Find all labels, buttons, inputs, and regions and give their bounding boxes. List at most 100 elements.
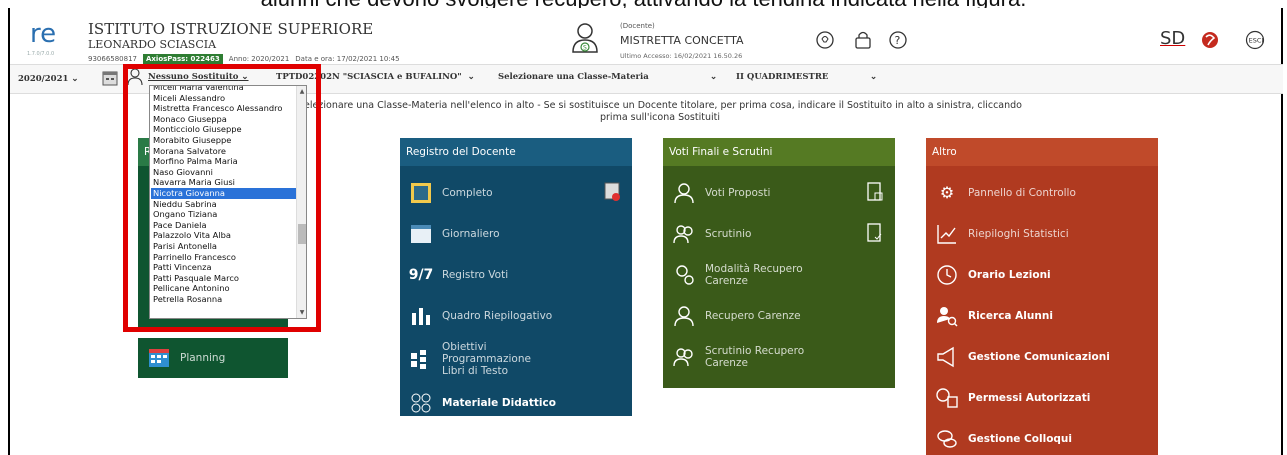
- registro-voti-label: Registro Voti: [442, 268, 509, 281]
- teacher-icon: S: [572, 23, 598, 53]
- menu-voti-proposti[interactable]: Voti Proposti: [663, 172, 895, 213]
- menu-giornaliero[interactable]: Giornaliero: [400, 213, 632, 254]
- planning-label: Planning: [180, 352, 226, 364]
- menu-gestione-comunicazioni[interactable]: Gestione Comunicazioni: [926, 336, 1158, 377]
- quadro-riepilogativo-label: Quadro Riepilogativo: [442, 309, 553, 322]
- menu-gestione-colloqui[interactable]: Gestione Colloqui: [926, 418, 1158, 455]
- class-subject-label: Selezionare una Classe-Materia: [498, 72, 649, 82]
- permessi-autorizzati-label: Permessi Autorizzati: [968, 391, 1091, 404]
- tile-registro-header: Registro del Docente: [400, 138, 632, 166]
- lightbulb-icon[interactable]: [815, 30, 835, 50]
- tile-altro: Altro ⚙ Pannello di Controllo Riepiloghi…: [926, 138, 1158, 455]
- menu-obiettivi[interactable]: Obiettivi Programmazione Libri di Testo: [400, 336, 632, 382]
- svg-text:S: S: [583, 45, 587, 52]
- voti-proposti-label: Voti Proposti: [705, 186, 771, 199]
- highlight-annotation-box: [123, 64, 321, 332]
- version-label: 1.7.0/7.0.0: [27, 51, 55, 57]
- menu-materiale-didattico[interactable]: Materiale Didattico: [400, 382, 632, 423]
- sd-logo-text: SD: [1160, 28, 1186, 49]
- orario-lezioni-label: Orario Lezioni: [968, 268, 1051, 281]
- menu-recupero-carenze[interactable]: Recupero Carenze: [663, 295, 895, 336]
- period-chevron-icon[interactable]: ⌄: [870, 72, 877, 82]
- register-calendar-icon: [604, 182, 620, 201]
- school-name: ISTITUTO ISTRUZIONE SUPERIORE: [88, 20, 374, 38]
- year-select[interactable]: 2020/2021 ⌄: [18, 74, 79, 84]
- user-name: MISTRETTA CONCETTA: [620, 34, 744, 47]
- obiettivi-label: Obiettivi Programmazione Libri di Testo: [442, 341, 531, 377]
- menu-scrutinio-recupero[interactable]: Scrutinio Recupero Carenze: [663, 336, 895, 377]
- scrutinio-recupero-label: Scrutinio Recupero Carenze: [705, 344, 805, 369]
- menu-registro-voti[interactable]: 9/7 Registro Voti: [400, 254, 632, 295]
- register-icon: [410, 182, 432, 204]
- svg-text:?: ?: [895, 34, 901, 47]
- school-subtitle: LEONARDO SCIASCIA: [88, 38, 217, 51]
- instruction-text: Selezionare una Classe-Materia nell'elen…: [298, 100, 1022, 123]
- year-select-label: 2020/2021: [18, 74, 69, 84]
- scrutinio-label: Scrutinio: [705, 227, 752, 240]
- daily-register-icon: [410, 223, 432, 245]
- user-role: (Docente): [620, 22, 655, 30]
- permissions-icon: [936, 387, 958, 409]
- menu-scrutinio[interactable]: Scrutinio: [663, 213, 895, 254]
- exit-button[interactable]: ESCI: [1245, 30, 1265, 50]
- riepiloghi-statistici-label: Riepiloghi Statistici: [968, 227, 1069, 240]
- period-select-label: II QUADRIMESTRE: [736, 72, 829, 82]
- group-icon: [673, 223, 695, 245]
- gears-icon: ⚙: [939, 183, 955, 202]
- svg-text:re: re: [30, 20, 56, 46]
- gestione-comunicazioni-label: Gestione Comunicazioni: [968, 350, 1110, 363]
- current-datetime: Data e ora: 17/02/2021 10:45: [295, 55, 400, 63]
- menu-pannello-controllo[interactable]: ⚙ Pannello di Controllo: [926, 172, 1158, 213]
- menu-orario-lezioni[interactable]: Orario Lezioni: [926, 254, 1158, 295]
- document-check-icon: [867, 223, 882, 242]
- tile-voti-header: Voti Finali e Scrutini: [663, 138, 895, 166]
- school-year: Anno: 2020/2021: [228, 55, 290, 63]
- modalita-recupero-label: Modalità Recupero Carenze: [705, 262, 803, 287]
- didactic-material-icon: [410, 392, 432, 414]
- class-subject-select[interactable]: Selezionare una Classe-Materia: [498, 72, 649, 82]
- gestione-colloqui-label: Gestione Colloqui: [968, 432, 1072, 445]
- search-student-icon: [936, 305, 958, 327]
- school-code: 93066580817: [88, 55, 137, 63]
- document-icon: [867, 182, 883, 201]
- recovery-mode-icon: [673, 264, 695, 286]
- last-access: Ultimo Accesso: 16/02/2021 16.50.26: [620, 52, 743, 60]
- conversation-icon: [936, 428, 958, 450]
- pannello-controllo-label: Pannello di Controllo: [968, 186, 1076, 199]
- recovery-person-icon: [673, 305, 695, 327]
- person-icon: [673, 182, 695, 204]
- group-recovery-icon: [673, 346, 695, 368]
- menu-modalita-recupero[interactable]: Modalità Recupero Carenze: [663, 254, 895, 295]
- statistics-icon: [936, 223, 958, 245]
- period-select[interactable]: II QUADRIMESTRE: [736, 72, 828, 82]
- sd-logo[interactable]: SD: [1160, 28, 1185, 49]
- axios-logo-icon[interactable]: [1200, 30, 1220, 50]
- menu-riepiloghi-statistici[interactable]: Riepiloghi Statistici: [926, 213, 1158, 254]
- class-subject-chevron-icon[interactable]: ⌄: [710, 72, 717, 82]
- giornaliero-label: Giornaliero: [442, 227, 500, 240]
- lock-icon[interactable]: [853, 30, 873, 50]
- menu-permessi-autorizzati[interactable]: Permessi Autorizzati: [926, 377, 1158, 418]
- menu-planning[interactable]: Planning: [138, 338, 288, 378]
- megaphone-icon: [936, 346, 958, 368]
- clock-icon: [936, 264, 958, 286]
- tile-altro-header: Altro: [926, 138, 1158, 166]
- help-icon[interactable]: ?: [888, 30, 908, 50]
- materiale-didattico-label: Materiale Didattico: [442, 396, 556, 409]
- ricerca-alunni-label: Ricerca Alunni: [968, 309, 1053, 322]
- menu-completo[interactable]: Completo: [400, 172, 632, 213]
- objectives-icon: [410, 348, 432, 370]
- re-logo-icon: re: [30, 20, 56, 46]
- calendar-icon[interactable]: [102, 70, 118, 86]
- bar-chart-icon: [410, 305, 432, 327]
- axios-pass-badge: AxiosPass: 022463: [143, 54, 223, 64]
- completo-label: Completo: [442, 186, 493, 199]
- menu-quadro-riepilogativo[interactable]: Quadro Riepilogativo: [400, 295, 632, 336]
- menu-ricerca-alunni[interactable]: Ricerca Alunni: [926, 295, 1158, 336]
- recupero-carenze-label: Recupero Carenze: [705, 309, 801, 322]
- exit-label: ESCI: [1249, 37, 1264, 45]
- grades-icon: 9/7: [408, 266, 434, 283]
- planning-icon: [148, 347, 170, 369]
- header-info: 93066580817 AxiosPass: 022463 Anno: 2020…: [88, 54, 400, 64]
- tile-registro-docente: Registro del Docente Completo Giornalier…: [400, 138, 632, 416]
